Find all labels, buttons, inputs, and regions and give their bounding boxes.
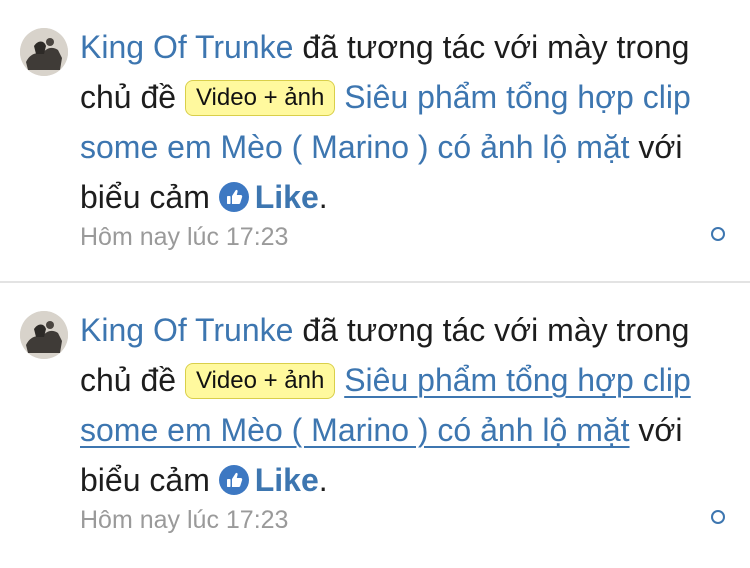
alert-timestamp: Hôm nay lúc 17:23: [80, 506, 289, 534]
alert-timestamp: Hôm nay lúc 17:23: [80, 223, 289, 251]
alerts-list: King Of Trunke đã tương tác với mày tron…: [0, 0, 750, 568]
thread-prefix-badge: Video + ảnh: [184, 80, 336, 116]
alert-text: King Of Trunke đã tương tác với mày tron…: [80, 305, 720, 505]
reaction-label: Like: [254, 179, 319, 215]
alert-item[interactable]: King Of Trunke đã tương tác với mày tron…: [0, 0, 750, 283]
unread-circle-icon[interactable]: [711, 227, 725, 241]
alert-text: King Of Trunke đã tương tác với mày tron…: [80, 22, 720, 222]
end-punct: .: [318, 462, 328, 498]
like-thumb-icon: [218, 182, 249, 212]
thread-prefix-badge: Video + ảnh: [184, 363, 336, 399]
reaction-label: Like: [254, 462, 319, 498]
alert-item[interactable]: King Of Trunke đã tương tác với mày tron…: [0, 283, 750, 566]
username-link[interactable]: King Of Trunke: [80, 312, 293, 348]
avatar[interactable]: [20, 311, 68, 359]
avatar[interactable]: [20, 28, 68, 76]
unread-circle-icon[interactable]: [711, 510, 725, 524]
end-punct: .: [318, 179, 328, 215]
username-link[interactable]: King Of Trunke: [80, 29, 293, 65]
like-thumb-icon: [218, 465, 249, 495]
